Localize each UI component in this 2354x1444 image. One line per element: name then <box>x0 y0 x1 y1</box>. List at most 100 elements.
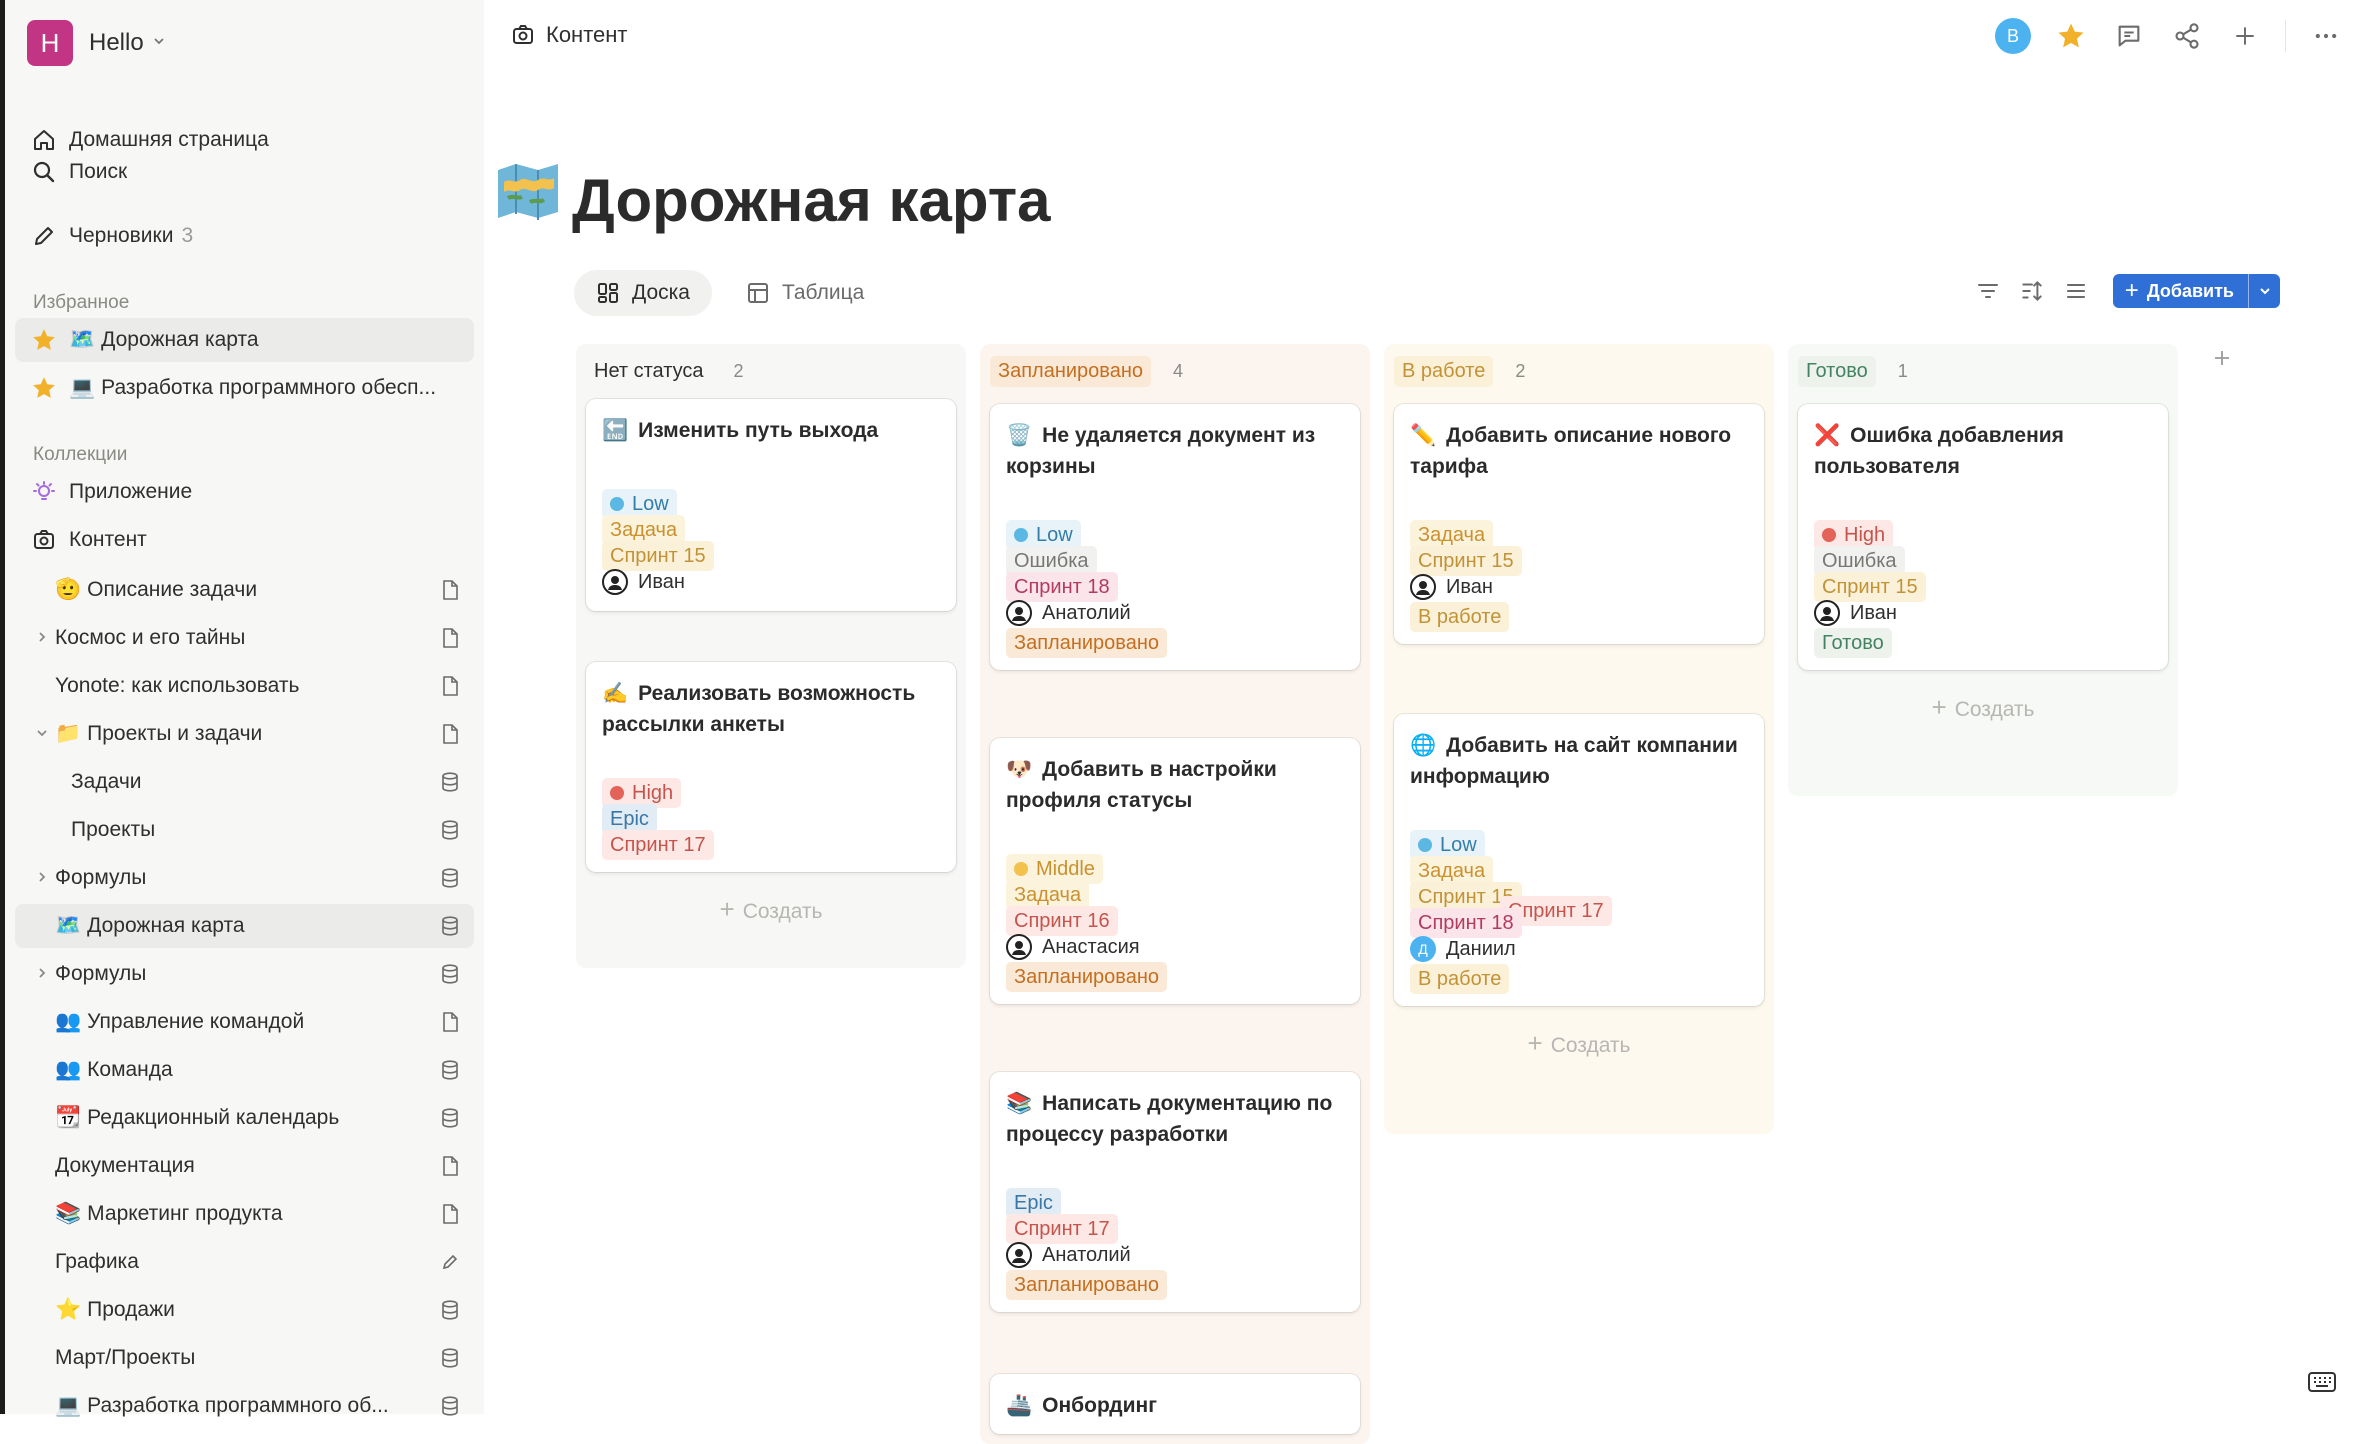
add-column-button[interactable] <box>2204 340 2240 376</box>
kanban-card[interactable]: 🐶Добавить в настройки профиля статусыMid… <box>990 738 1360 1004</box>
card-emoji: 🌐 <box>1410 730 1436 761</box>
list-icon[interactable] <box>2061 276 2091 306</box>
tree-item[interactable]: ⭐Продажи <box>15 1288 474 1332</box>
chevron-right-icon[interactable] <box>35 628 49 649</box>
tree-item-label: Редакционный календарь <box>87 1106 339 1130</box>
assignee: Иван <box>1410 574 1493 600</box>
column-header[interactable]: Нет статуса2 <box>586 356 744 387</box>
tree-item-label: Формулы <box>55 866 146 890</box>
kanban-card[interactable]: 🔚Изменить путь выходаLowЗадачаСпринт 15И… <box>586 399 956 611</box>
sort-icon[interactable] <box>2017 276 2047 306</box>
map-icon[interactable] <box>496 162 560 220</box>
tree-item[interactable]: Формулы <box>15 856 474 900</box>
tree-item[interactable]: Март/Проекты <box>15 1336 474 1380</box>
collection-app[interactable]: Приложение <box>15 470 474 514</box>
property-tag: Спринт 15 <box>602 541 714 571</box>
favorite-item-roadmap[interactable]: 🗺️ Дорожная карта <box>15 318 474 362</box>
assignee: Иван <box>602 569 685 595</box>
workspace-switcher[interactable]: H Hello <box>27 20 166 66</box>
tree-item-content: 📚Маркетинг продукта <box>55 1202 283 1226</box>
tag-label: Спринт 15 <box>1418 550 1514 573</box>
collection-content[interactable]: Контент <box>15 518 474 562</box>
tree-item-content: Проекты <box>71 818 155 842</box>
search-icon <box>31 159 57 185</box>
favorites-heading: Избранное <box>33 292 129 314</box>
kanban-card[interactable]: 🚢Онбординг <box>990 1374 1360 1434</box>
tree-item[interactable]: Проекты <box>15 808 474 852</box>
chevron-down-icon[interactable] <box>35 724 49 745</box>
tree-item[interactable]: 📁Проекты и задачи <box>15 712 474 756</box>
user-avatar[interactable]: В <box>1995 18 2031 54</box>
tree-item[interactable]: Задачи <box>15 760 474 804</box>
workspace-logo: H <box>27 20 73 66</box>
tree-item[interactable]: Формулы <box>15 952 474 996</box>
tree-item-label: Документация <box>55 1154 195 1178</box>
tree-item[interactable]: Графика <box>15 1240 474 1284</box>
kanban-card[interactable]: 🗑️Не удаляется документ из корзиныLowОши… <box>990 404 1360 670</box>
tag-label: Low <box>1036 524 1073 547</box>
database-icon <box>440 820 460 840</box>
create-card-button[interactable]: +Создать <box>1788 692 2178 723</box>
column-header[interactable]: Готово1 <box>1798 356 1908 387</box>
tag-label: Спринт 18 <box>1418 912 1514 935</box>
assignee-name: Иван <box>1850 602 1897 625</box>
tag-label: Ошибка <box>1014 550 1089 573</box>
tree-item-emoji: 👥 <box>55 1010 81 1034</box>
tree-item[interactable]: 💻Разработка программного об... <box>15 1384 474 1428</box>
kanban-card[interactable]: ❌Ошибка добавления пользователяHighОшибк… <box>1798 404 2168 670</box>
nav-search[interactable]: Поиск <box>15 150 474 194</box>
favorite-star-button[interactable] <box>2053 18 2089 54</box>
tab-table[interactable]: Таблица <box>724 270 886 316</box>
avatar <box>1006 600 1032 626</box>
filter-icon[interactable] <box>1973 276 2003 306</box>
tree-item[interactable]: 👥Команда <box>15 1048 474 1092</box>
card-title: 🔚Изменить путь выхода <box>602 415 942 446</box>
tree-item-content: 👥Команда <box>55 1058 173 1082</box>
assignee: Анатолий <box>1006 1242 1131 1268</box>
chevron-down-icon <box>152 34 166 53</box>
database-icon <box>440 1300 460 1320</box>
card-emoji: ❌ <box>1814 420 1840 451</box>
database-icon <box>440 1348 460 1368</box>
tree-item-content: 👥Управление командой <box>55 1010 304 1034</box>
avatar: Д <box>1410 936 1436 962</box>
create-card-button[interactable]: +Создать <box>1384 1028 1774 1059</box>
tab-board[interactable]: Доска <box>574 270 712 316</box>
card-title-text: Добавить на сайт компании информацию <box>1410 734 1738 788</box>
keyboard-icon[interactable] <box>2308 1372 2336 1392</box>
lightbulb-icon <box>31 479 57 505</box>
tree-item[interactable]: 📚Маркетинг продукта <box>15 1192 474 1236</box>
create-card-button[interactable]: +Создать <box>576 894 966 925</box>
page-title[interactable]: Дорожная карта <box>572 166 1050 235</box>
share-icon[interactable] <box>2169 18 2205 54</box>
chevron-right-icon[interactable] <box>35 868 49 889</box>
kanban-card[interactable]: ✏️Добавить описание нового тарифаЗадачаС… <box>1394 404 1764 644</box>
chevron-right-icon[interactable] <box>35 964 49 985</box>
kanban-card[interactable]: 🌐Добавить на сайт компании информациюLow… <box>1394 714 1764 1006</box>
nav-drafts[interactable]: Черновики 3 <box>15 214 474 258</box>
tree-item[interactable]: Космос и его тайны <box>15 616 474 660</box>
tree-item[interactable]: Документация <box>15 1144 474 1188</box>
chevron-down-icon[interactable] <box>2248 274 2280 308</box>
plus-icon: + <box>2113 277 2147 305</box>
add-button[interactable]: + Добавить <box>2113 274 2280 308</box>
tree-item[interactable]: Yonote: как использовать <box>15 664 474 708</box>
kanban-card[interactable]: ✍️Реализовать возможность рассылки анкет… <box>586 662 956 872</box>
tree-item[interactable]: 📆Редакционный календарь <box>15 1096 474 1140</box>
column-header[interactable]: В работе2 <box>1394 356 1525 387</box>
comment-icon[interactable] <box>2111 18 2147 54</box>
plus-icon[interactable] <box>2227 18 2263 54</box>
tree-item[interactable]: 🫡Описание задачи <box>15 568 474 612</box>
tree-item[interactable]: 🗺️Дорожная карта <box>15 904 474 948</box>
kanban-card[interactable]: 📚Написать документацию по процессу разра… <box>990 1072 1360 1312</box>
tree-item-label: Yonote: как использовать <box>55 674 299 698</box>
favorite-item-dev[interactable]: 💻 Разработка программного обесп... <box>15 366 474 410</box>
property-tag: Спринт 18 <box>1410 908 1522 938</box>
tree-item[interactable]: 👥Управление командой <box>15 1000 474 1044</box>
breadcrumb[interactable]: Контент <box>510 22 628 48</box>
column-header[interactable]: Запланировано4 <box>990 356 1183 387</box>
breadcrumb-label: Контент <box>546 22 628 48</box>
card-title: 🐶Добавить в настройки профиля статусы <box>1006 754 1346 816</box>
more-icon[interactable] <box>2308 18 2344 54</box>
plus-icon: + <box>1932 692 1947 722</box>
